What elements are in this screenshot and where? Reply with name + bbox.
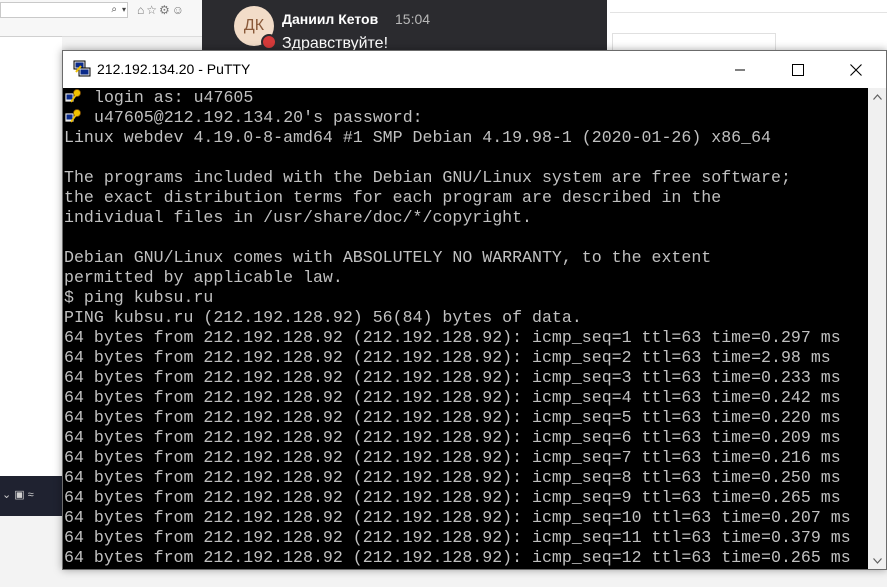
scroll-up-arrow-icon[interactable] (868, 88, 886, 105)
terminal-line: 64 bytes from 212.192.128.92 (212.192.12… (63, 548, 868, 568)
camera-icon[interactable]: ▣ (14, 489, 27, 501)
taskbar: ⌄▣≈ (0, 476, 62, 516)
terminal-line-text: 64 bytes from 212.192.128.92 (212.192.12… (64, 328, 841, 347)
terminal-line: The programs included with the Debian GN… (63, 168, 868, 188)
maximize-button[interactable] (769, 51, 827, 88)
terminal-line-text: u47605@212.192.134.20's password: (94, 108, 423, 127)
terminal-line-text: 64 bytes from 212.192.128.92 (212.192.12… (64, 408, 841, 427)
terminal-line: 64 bytes from 212.192.128.92 (212.192.12… (63, 488, 868, 508)
terminal-line: 64 bytes from 212.192.128.92 (212.192.12… (63, 348, 868, 368)
message-notification[interactable]: ДК Даниил Кетов 15:04 Здравствуйте! (202, 0, 607, 52)
title-bar[interactable]: 212.192.134.20 - PuTTY (63, 51, 886, 88)
terminal-line-text: permitted by applicable law. (64, 268, 343, 287)
terminal-line-text: Linux webdev 4.19.0-8-amd64 #1 SMP Debia… (64, 128, 772, 147)
terminal-line-text: 64 bytes from 212.192.128.92 (212.192.12… (64, 468, 841, 487)
terminal-line-text: Debian GNU/Linux comes with ABSOLUTELY N… (64, 248, 712, 267)
minimize-icon (735, 69, 745, 70)
divider (610, 12, 887, 13)
terminal-line-text: 64 bytes from 212.192.128.92 (212.192.12… (64, 488, 841, 507)
background-bottom (0, 516, 62, 587)
terminal-line-text: 64 bytes from 212.192.128.92 (212.192.12… (64, 348, 831, 367)
terminal-line: 64 bytes from 212.192.128.92 (212.192.12… (63, 408, 868, 428)
terminal-line-text: 64 bytes from 212.192.128.92 (212.192.12… (64, 448, 841, 467)
chevron-icon[interactable]: ⌄ (2, 489, 14, 501)
terminal-line-text: login as: u47605 (94, 88, 254, 107)
home-icon[interactable]: ⌂ (137, 3, 146, 17)
terminal-line: PING kubsu.ru (212.192.128.92) 56(84) by… (63, 308, 868, 328)
terminal-line: Debian GNU/Linux comes with ABSOLUTELY N… (63, 248, 868, 268)
terminal-line-text: the exact distribution terms for each pr… (64, 188, 722, 207)
search-icon[interactable]: ⌕ (111, 3, 117, 17)
close-icon (850, 63, 862, 76)
chevron-down-icon[interactable]: ▾ (122, 3, 126, 17)
terminal-line: Linux webdev 4.19.0-8-amd64 #1 SMP Debia… (63, 128, 868, 148)
gear-icon[interactable]: ⚙ (159, 3, 172, 17)
terminal-line-text: 64 bytes from 212.192.128.92 (212.192.12… (64, 368, 841, 387)
maximize-icon (792, 63, 804, 76)
close-button[interactable] (827, 51, 885, 88)
terminal-line-text: individual files in /usr/share/doc/*/cop… (64, 208, 533, 227)
terminal-line: 64 bytes from 212.192.128.92 (212.192.12… (63, 448, 868, 468)
putty-icon[interactable] (73, 60, 91, 78)
status-dot (261, 34, 277, 50)
key-icon (64, 108, 84, 124)
terminal-line: 64 bytes from 212.192.128.92 (212.192.12… (63, 328, 868, 348)
terminal-line: individual files in /usr/share/doc/*/cop… (63, 208, 868, 228)
browser-toolbar-icons: ⌂☆⚙☺ (137, 3, 186, 17)
terminal-line-text: PING kubsu.ru (212.192.128.92) 56(84) by… (64, 308, 582, 327)
tray-icons: ⌄▣≈ (2, 488, 37, 501)
terminal-line: 64 bytes from 212.192.128.92 (212.192.12… (63, 428, 868, 448)
terminal-line: 64 bytes from 212.192.128.92 (212.192.12… (63, 388, 868, 408)
terminal-line: $ ping kubsu.ru (63, 288, 868, 308)
terminal-line-text: 64 bytes from 212.192.128.92 (212.192.12… (64, 388, 841, 407)
terminal-line: permitted by applicable law. (63, 268, 868, 288)
terminal-line: the exact distribution terms for each pr… (63, 188, 868, 208)
terminal-line: 64 bytes from 212.192.128.92 (212.192.12… (63, 508, 868, 528)
star-icon[interactable]: ☆ (146, 3, 159, 17)
putty-window: 212.192.134.20 - PuTTY login as: u47605 u… (62, 50, 887, 570)
terminal-line-text: $ ping kubsu.ru (64, 288, 214, 307)
terminal-line-text: 64 bytes from 212.192.128.92 (212.192.12… (64, 528, 851, 547)
sender-name: Даниил Кетов (282, 11, 379, 27)
terminal-line-text: 64 bytes from 212.192.128.92 (212.192.12… (64, 548, 851, 567)
message-time: 15:04 (395, 11, 431, 27)
terminal-line-text: 64 bytes from 212.192.128.92 (212.192.12… (64, 508, 851, 527)
terminal-line: 64 bytes from 212.192.128.92 (212.192.12… (63, 528, 868, 548)
scroll-down-arrow-icon[interactable] (868, 552, 886, 569)
key-icon (64, 88, 84, 104)
terminal-line-text: 64 bytes from 212.192.128.92 (212.192.12… (64, 428, 841, 447)
terminal-line: u47605@212.192.134.20's password: (63, 108, 868, 128)
minimize-button[interactable] (711, 51, 769, 88)
smiley-icon[interactable]: ☺ (172, 3, 186, 17)
window-title: 212.192.134.20 - PuTTY (97, 61, 251, 77)
terminal-line: 64 bytes from 212.192.128.92 (212.192.12… (63, 468, 868, 488)
terminal-output[interactable]: login as: u47605 u47605@212.192.134.20's … (63, 88, 868, 569)
wifi-icon[interactable]: ≈ (28, 489, 37, 501)
terminal-line-text: The programs included with the Debian GN… (64, 168, 791, 187)
terminal-line: 64 bytes from 212.192.128.92 (212.192.12… (63, 368, 868, 388)
terminal-line: login as: u47605 (63, 88, 868, 108)
scrollbar[interactable] (868, 88, 886, 569)
browser-search-box[interactable]: ⌕ ▾ (0, 2, 128, 18)
background-page-left (0, 36, 62, 477)
